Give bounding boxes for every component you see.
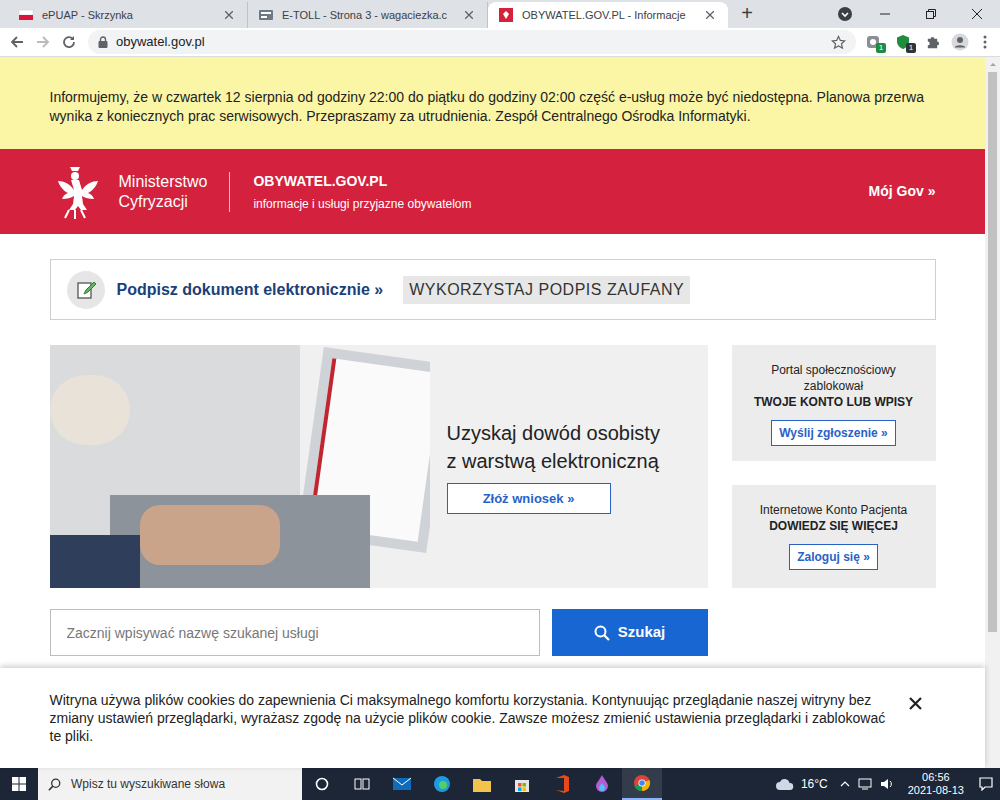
card-heading: DOWIEDZ SIĘ WIĘCEJ <box>769 518 898 534</box>
favicon-icon <box>258 7 274 23</box>
close-window-icon[interactable] <box>954 0 1000 28</box>
apply-button[interactable]: Złóż wniosek » <box>447 483 611 514</box>
extension-badge: 1 <box>876 43 886 53</box>
sign-pen-icon <box>67 271 105 309</box>
ministry-name: Ministerstwo Cyfryzacji <box>119 172 231 212</box>
start-icon[interactable] <box>0 768 38 800</box>
cortana-icon[interactable] <box>302 768 342 800</box>
extension-icon[interactable]: 1 <box>890 31 916 53</box>
clock[interactable]: 06:56 2021-08-13 <box>900 771 972 797</box>
search-input[interactable] <box>50 609 540 656</box>
close-tab-icon[interactable] <box>461 7 477 23</box>
back-icon[interactable] <box>6 31 28 53</box>
tab-label: OBYWATEL.GOV.PL - Informacje <box>522 7 694 24</box>
info-card: Internetowe Konto PacjentaDOWIEDZ SIĘ WI… <box>732 485 936 588</box>
tab-label: E-TOLL - Strona 3 - wagaciezka.c <box>282 7 453 24</box>
window-controls <box>828 0 1000 28</box>
tab-search-icon[interactable] <box>828 0 862 28</box>
address-bar[interactable]: obywatel.gov.pl <box>88 30 856 54</box>
restore-icon[interactable] <box>908 0 954 28</box>
favicon-icon <box>18 7 34 23</box>
network-icon[interactable] <box>858 778 872 790</box>
sign-box: Podpisz dokument elektronicznie » WYKORZ… <box>50 259 936 320</box>
cookie-bar: Witryna używa plików cookies do zapewnie… <box>0 668 985 768</box>
toolbar: obywatel.gov.pl 1 1 <box>0 28 1000 57</box>
browser-tab[interactable]: E-TOLL - Strona 3 - wagaciezka.c <box>248 2 488 28</box>
card-heading: TWOJE KONTO LUB WPISY <box>754 394 913 410</box>
card-button[interactable]: Zaloguj się » <box>789 544 878 570</box>
paint-icon[interactable] <box>582 768 622 800</box>
hero-photo <box>50 345 430 588</box>
hero-banner: Uzyskaj dowód osobisty z warstwą elektro… <box>50 345 708 588</box>
chrome-icon[interactable] <box>622 768 662 800</box>
cloud-icon <box>775 777 795 791</box>
sign-link[interactable]: Podpisz dokument elektronicznie » <box>117 278 384 302</box>
lock-icon <box>98 36 108 48</box>
my-gov-link[interactable]: Mój Gov » <box>869 181 936 202</box>
edge-icon[interactable] <box>422 768 462 800</box>
side-cards: Portal społecznościowyzablokowałTWOJE KO… <box>732 345 936 588</box>
search-icon <box>48 778 61 791</box>
page: Informujemy, że w czwartek 12 sierpnia o… <box>0 57 985 768</box>
site-header: Ministerstwo Cyfryzacji OBYWATEL.GOV.PL … <box>0 149 985 234</box>
site-title[interactable]: OBYWATEL.GOV.PL informacje i usługi przy… <box>253 171 471 213</box>
info-card: Portal społecznościowyzablokowałTWOJE KO… <box>732 345 936 461</box>
url: obywatel.gov.pl <box>116 32 205 52</box>
favicon-icon <box>498 7 514 23</box>
card-text: zablokował <box>804 378 863 394</box>
taskbar-search[interactable]: Wpisz tu wyszukiwane słowa <box>38 768 302 800</box>
cookie-text: Witryna używa plików cookies do zapewnie… <box>50 691 886 745</box>
forward-icon[interactable] <box>32 31 54 53</box>
card-button[interactable]: Wyślij zgłoszenie » <box>771 420 895 446</box>
viewport: Informujemy, że w czwartek 12 sierpnia o… <box>0 57 1000 768</box>
reload-icon[interactable] <box>58 31 80 53</box>
browser-tab[interactable]: ePUAP - Skrzynka <box>8 2 248 28</box>
explorer-icon[interactable] <box>462 768 502 800</box>
card-text: Portal społecznościowy <box>771 362 896 378</box>
task-view-icon[interactable] <box>342 768 382 800</box>
volume-icon[interactable] <box>880 778 894 790</box>
close-tab-icon[interactable] <box>702 7 718 23</box>
new-tab-button[interactable]: + <box>736 2 758 24</box>
tab-label: ePUAP - Skrzynka <box>42 7 213 24</box>
scrollbar[interactable] <box>985 57 1000 768</box>
search-row: Szukaj <box>50 609 936 656</box>
hero-title: Uzyskaj dowód osobisty z warstwą elektro… <box>447 419 708 475</box>
tab-strip: ePUAP - Skrzynka E-TOLL - Strona 3 - waga… <box>0 0 1000 28</box>
weather[interactable]: 16°C <box>769 768 834 800</box>
card-text: Internetowe Konto Pacjenta <box>760 502 907 518</box>
notice-text: Informujemy, że w czwartek 12 sierpnia o… <box>50 57 936 149</box>
magnifier-icon <box>594 625 610 641</box>
close-cookie-icon[interactable] <box>906 693 926 713</box>
tray-chevron-icon[interactable] <box>840 780 850 788</box>
extension-icon[interactable]: 1 <box>860 31 886 53</box>
profile-icon[interactable] <box>948 31 972 53</box>
taskbar: Wpisz tu wyszukiwane słowa 16°C 06:56 20… <box>0 768 1000 800</box>
tab-list: ePUAP - Skrzynka E-TOLL - Strona 3 - waga… <box>0 0 728 28</box>
sign-tag: WYKORZYSTAJ PODPIS ZAUFANY <box>403 276 690 304</box>
close-tab-icon[interactable] <box>221 7 237 23</box>
notifications-icon[interactable] <box>972 768 1000 800</box>
extension-badge: 1 <box>906 43 916 53</box>
puzzle-icon[interactable] <box>920 31 944 53</box>
search-button[interactable]: Szukaj <box>552 609 708 656</box>
mail-icon[interactable] <box>382 768 422 800</box>
scrollbar-thumb[interactable] <box>988 72 997 632</box>
menu-icon[interactable] <box>976 31 994 53</box>
store-icon[interactable] <box>502 768 542 800</box>
office-icon[interactable] <box>542 768 582 800</box>
minimize-icon[interactable] <box>862 0 908 28</box>
star-icon[interactable] <box>831 35 846 50</box>
eagle-icon <box>50 164 100 220</box>
browser-tab[interactable]: OBYWATEL.GOV.PL - Informacje <box>488 2 728 28</box>
notice-banner: Informujemy, że w czwartek 12 sierpnia o… <box>0 57 985 149</box>
